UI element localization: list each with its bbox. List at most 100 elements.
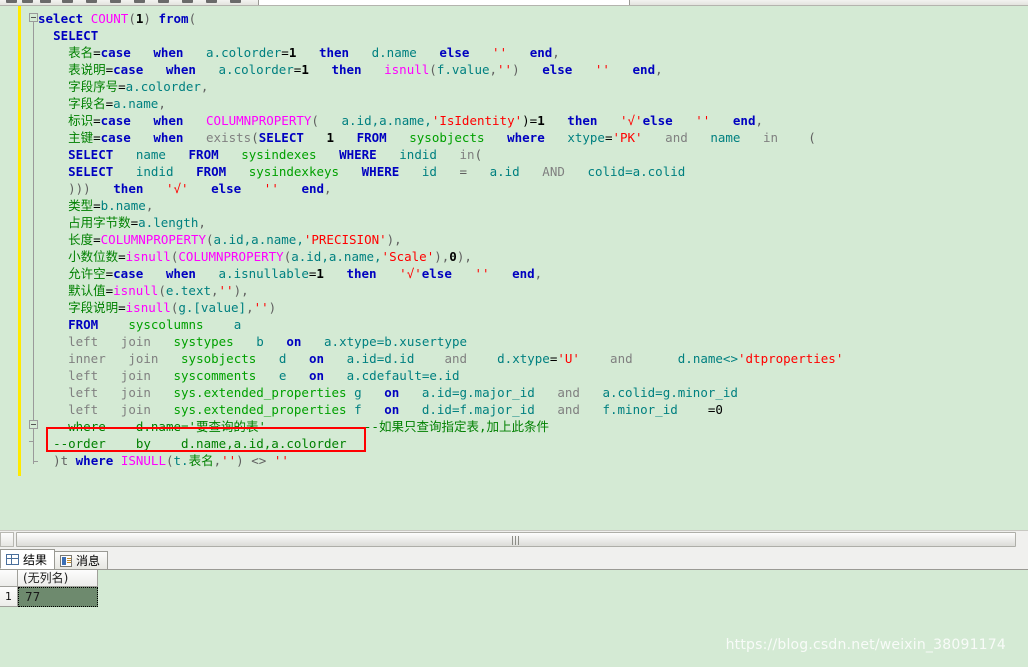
code-line[interactable]: left join syscomments e on a.cdefault=e.… (38, 367, 1028, 384)
code-line[interactable]: )t where ISNULL(t.表名,'') <> '' (38, 452, 1028, 469)
code-token: isnull (125, 249, 171, 264)
fold-collapse-box-inner[interactable] (29, 420, 38, 429)
code-line[interactable]: 长度=COLUMNPROPERTY(a.id,a.name,'PRECISION… (38, 231, 1028, 248)
code-line[interactable]: 允许空=case when a.isnullable=1 then '√'els… (38, 265, 1028, 282)
code-token: on (308, 351, 325, 366)
code-token: SELECT (258, 130, 304, 145)
code-token: = (459, 164, 468, 179)
toolbar-icon-8[interactable] (158, 0, 169, 3)
results-grid[interactable]: (无列名) 1 77 (0, 570, 1028, 610)
code-token: f.value (436, 62, 490, 77)
tab-messages[interactable]: 消息 (54, 551, 109, 569)
code-line[interactable]: 标识=case when COLUMNPROPERTY( a.id,a.name… (38, 112, 1028, 129)
code-token: left (68, 402, 99, 417)
code-token: case (113, 62, 144, 77)
code-token: ( (158, 283, 166, 298)
code-line[interactable]: 字段说明=isnull(g.[value],'') (38, 299, 1028, 316)
toolbar-icon-4[interactable] (62, 0, 73, 3)
code-token: ) (236, 453, 252, 468)
grid-icon (6, 553, 19, 565)
fold-collapse-box-outer[interactable] (29, 13, 38, 22)
code-line[interactable]: left join systypes b on a.xtype=b.xusert… (38, 333, 1028, 350)
code-token: ( (429, 62, 437, 77)
code-line[interactable]: SELECT name FROM sysindexes WHERE indid … (38, 146, 1028, 163)
watermark-url: https://blog.csdn.net/weixin_38091174 (725, 637, 1006, 653)
code-token: left (68, 368, 99, 383)
code-token: 1 (301, 62, 309, 77)
toolbar-icon-5[interactable] (86, 0, 97, 3)
code-line[interactable]: 占用字节数=a.length, (38, 214, 1028, 231)
code-line[interactable]: left join sys.extended_properties f on d… (38, 401, 1028, 418)
code-line[interactable]: 字段名=a.name, (38, 95, 1028, 112)
grid-corner-header[interactable] (0, 570, 18, 587)
code-token: isnull (113, 283, 159, 298)
code-line[interactable]: --where d.name='要查询的表' --如果只查询指定表,加上此条件 (38, 418, 1028, 435)
code-token: a.id (489, 164, 520, 179)
toolbar-icon-6[interactable] (110, 0, 121, 3)
code-token: select (38, 11, 84, 26)
grid-row-header[interactable]: 1 (0, 587, 18, 607)
code-line[interactable]: 主键=case when exists(SELECT 1 FROM sysobj… (38, 129, 1028, 146)
scroll-left-button[interactable] (0, 532, 14, 547)
toolbar-icon-11[interactable] (230, 0, 241, 3)
toolbar-icon-1[interactable] (6, 0, 17, 3)
code-token: COLUMNPROPERTY (206, 113, 312, 128)
code-line[interactable]: 表说明=case when a.colorder=1 then isnull(f… (38, 61, 1028, 78)
code-token: 表名 (188, 453, 214, 468)
code-line[interactable]: 默认值=isnull(e.text,''), (38, 282, 1028, 299)
code-line[interactable]: SELECT indid FROM sysindexkeys WHERE id … (38, 163, 1028, 180)
code-token: '' (695, 113, 711, 128)
scroll-thumb[interactable] (16, 532, 1016, 547)
code-line[interactable]: ))) then '√' else '' end, (38, 180, 1028, 197)
code-token: FROM (196, 164, 227, 179)
code-line[interactable]: left join sys.extended_properties g on a… (38, 384, 1028, 401)
code-token: on (384, 385, 400, 400)
code-line[interactable]: 表名=case when a.colorder=1 then d.name el… (38, 44, 1028, 61)
code-line[interactable]: 小数位数=isnull(COLUMNPROPERTY(a.id,a.name,'… (38, 248, 1028, 265)
editor-horizontal-scrollbar[interactable] (0, 530, 1028, 549)
code-line[interactable]: FROM syscolumns a (38, 316, 1028, 333)
code-token: = (118, 300, 126, 315)
code-token: ISNULL (120, 453, 166, 468)
code-token: ( (188, 11, 197, 26)
toolbar-icon-9[interactable] (182, 0, 193, 3)
sql-query-editor[interactable]: select COUNT(1) from( SELECT 表名=case whe… (0, 6, 1028, 530)
toolbar-icon-2[interactable] (22, 0, 33, 3)
sql-code-text[interactable]: select COUNT(1) from( SELECT 表名=case whe… (38, 10, 1028, 469)
toolbar-icon-7[interactable] (134, 0, 145, 3)
code-line[interactable]: --order by d.name,a.id,a.colorder (38, 435, 1028, 452)
grid-cell-selected[interactable]: 77 (18, 587, 98, 607)
code-line[interactable]: SELECT (38, 27, 1028, 44)
code-token: , (755, 113, 763, 128)
toolbar-icon-10[interactable] (206, 0, 217, 3)
grid-column-header[interactable]: (无列名) (18, 570, 98, 587)
code-token: '' (497, 62, 513, 77)
code-line[interactable]: 类型=b.name, (38, 197, 1028, 214)
code-token: 'U' (557, 351, 580, 366)
code-line[interactable]: 字段序号=a.colorder, (38, 78, 1028, 95)
code-line[interactable]: select COUNT(1) from( (38, 10, 1028, 27)
tab-results[interactable]: 结果 (0, 549, 56, 569)
code-token: 小数位数 (68, 249, 119, 264)
code-token: a.colorder (206, 45, 282, 60)
code-line[interactable]: inner join sysobjects d on a.id=d.id and… (38, 350, 1028, 367)
toolbar-icon-3[interactable] (40, 0, 51, 3)
code-token: end (529, 45, 553, 60)
table-row[interactable]: 1 77 (0, 587, 98, 607)
code-token: 标识 (68, 113, 94, 128)
